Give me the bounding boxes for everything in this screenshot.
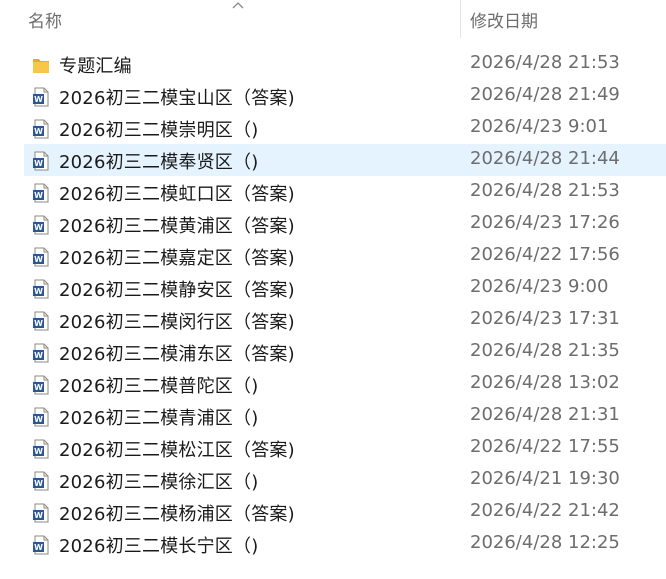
- word-document-icon: W: [32, 343, 50, 363]
- word-document-icon: W: [32, 407, 50, 427]
- file-name[interactable]: 2026初三二模嘉定区（答案): [59, 244, 295, 270]
- file-name[interactable]: 专题汇编: [59, 52, 132, 78]
- file-list: 专题汇编 2026/4/28 21:53 W 2026初三二模宝山区（答案) 2026/…: [0, 48, 666, 560]
- file-row[interactable]: W 2026初三二模长宁区（) 2026/4/28 12:25: [0, 528, 666, 560]
- word-document-icon: W: [32, 87, 50, 107]
- word-document-icon: W: [32, 183, 50, 203]
- file-name[interactable]: 2026初三二模松江区（答案): [59, 436, 295, 462]
- file-name[interactable]: 2026初三二模青浦区（): [59, 404, 258, 430]
- file-row[interactable]: W 2026初三二模静安区（答案) 2026/4/23 9:00: [0, 272, 666, 304]
- file-row[interactable]: W 2026初三二模宝山区（答案) 2026/4/28 21:49: [0, 80, 666, 112]
- file-name[interactable]: 2026初三二模长宁区（): [59, 532, 258, 558]
- date-modified: 2026/4/28 21:44: [470, 148, 620, 169]
- word-document-icon: W: [32, 503, 50, 523]
- file-row[interactable]: W 2026初三二模崇明区（) 2026/4/23 9:01: [0, 112, 666, 144]
- file-row[interactable]: W 2026初三二模杨浦区（答案) 2026/4/22 21:42: [0, 496, 666, 528]
- column-header-bar: 名称 修改日期: [0, 0, 666, 40]
- svg-text:W: W: [34, 415, 43, 424]
- file-name[interactable]: 2026初三二模静安区（答案): [59, 276, 295, 302]
- word-document-icon: W: [32, 311, 50, 331]
- file-row[interactable]: W 2026初三二模青浦区（) 2026/4/28 21:31: [0, 400, 666, 432]
- file-row[interactable]: W 2026初三二模虹口区（答案) 2026/4/28 21:53: [0, 176, 666, 208]
- word-document-icon: W: [32, 439, 50, 459]
- date-modified: 2026/4/28 21:31: [470, 404, 620, 425]
- word-document-icon: W: [32, 471, 50, 491]
- word-document-icon: W: [32, 535, 50, 555]
- date-modified: 2026/4/23 9:00: [470, 276, 609, 297]
- date-modified: 2026/4/28 21:49: [470, 84, 620, 105]
- date-modified: 2026/4/28 21:53: [470, 180, 620, 201]
- word-document-icon: W: [32, 151, 50, 171]
- file-row[interactable]: W 2026初三二模黄浦区（答案) 2026/4/23 17:26: [0, 208, 666, 240]
- file-row[interactable]: W 2026初三二模浦东区（答案) 2026/4/28 21:35: [0, 336, 666, 368]
- date-modified: 2026/4/22 21:42: [470, 500, 620, 521]
- folder-row[interactable]: 专题汇编 2026/4/28 21:53: [0, 48, 666, 80]
- word-document-icon: W: [32, 375, 50, 395]
- column-header-name[interactable]: 名称: [28, 7, 62, 32]
- file-name[interactable]: 2026初三二模崇明区（): [59, 116, 258, 142]
- word-document-icon: W: [32, 279, 50, 299]
- word-document-icon: W: [32, 215, 50, 235]
- file-row[interactable]: W 2026初三二模普陀区（) 2026/4/28 13:02: [0, 368, 666, 400]
- svg-text:W: W: [34, 351, 43, 360]
- file-name[interactable]: 2026初三二模宝山区（答案): [59, 84, 295, 110]
- file-name[interactable]: 2026初三二模黄浦区（答案): [59, 212, 295, 238]
- date-modified: 2026/4/28 21:35: [470, 340, 620, 361]
- date-modified: 2026/4/21 19:30: [470, 468, 620, 489]
- sort-ascending-icon[interactable]: [231, 0, 245, 10]
- file-name[interactable]: 2026初三二模闵行区（答案): [59, 308, 295, 334]
- svg-text:W: W: [34, 255, 43, 264]
- date-modified: 2026/4/22 17:56: [470, 244, 620, 265]
- svg-text:W: W: [34, 159, 43, 168]
- date-modified: 2026/4/28 21:53: [470, 52, 620, 73]
- file-row[interactable]: W 2026初三二模奉贤区（) 2026/4/28 21:44: [0, 144, 666, 176]
- date-modified: 2026/4/23 17:26: [470, 212, 620, 233]
- svg-text:W: W: [34, 479, 43, 488]
- svg-text:W: W: [34, 543, 43, 552]
- file-name[interactable]: 2026初三二模虹口区（答案): [59, 180, 295, 206]
- word-document-icon: W: [32, 119, 50, 139]
- column-header-date-modified[interactable]: 修改日期: [470, 7, 538, 32]
- file-name[interactable]: 2026初三二模浦东区（答案): [59, 340, 295, 366]
- file-name[interactable]: 2026初三二模奉贤区（): [59, 148, 258, 174]
- file-row[interactable]: W 2026初三二模松江区（答案) 2026/4/22 17:55: [0, 432, 666, 464]
- svg-text:W: W: [34, 511, 43, 520]
- svg-text:W: W: [34, 95, 43, 104]
- svg-text:W: W: [34, 447, 43, 456]
- svg-text:W: W: [34, 191, 43, 200]
- folder-icon: [32, 55, 50, 75]
- file-explorer: 名称 修改日期 专题汇编 2026/4/28 21:53 W 2026初三二模宝山区（…: [0, 0, 666, 579]
- svg-text:W: W: [34, 287, 43, 296]
- svg-text:W: W: [34, 223, 43, 232]
- date-modified: 2026/4/28 13:02: [470, 372, 620, 393]
- svg-text:W: W: [34, 127, 43, 136]
- date-modified: 2026/4/23 17:31: [470, 308, 620, 329]
- file-name[interactable]: 2026初三二模徐汇区（): [59, 468, 258, 494]
- word-document-icon: W: [32, 247, 50, 267]
- file-name[interactable]: 2026初三二模杨浦区（答案): [59, 500, 295, 526]
- file-row[interactable]: W 2026初三二模闵行区（答案) 2026/4/23 17:31: [0, 304, 666, 336]
- file-name[interactable]: 2026初三二模普陀区（): [59, 372, 258, 398]
- svg-text:W: W: [34, 319, 43, 328]
- file-row[interactable]: W 2026初三二模嘉定区（答案) 2026/4/22 17:56: [0, 240, 666, 272]
- column-divider[interactable]: [460, 0, 461, 38]
- svg-text:W: W: [34, 383, 43, 392]
- date-modified: 2026/4/23 9:01: [470, 116, 609, 137]
- file-row[interactable]: W 2026初三二模徐汇区（) 2026/4/21 19:30: [0, 464, 666, 496]
- date-modified: 2026/4/22 17:55: [470, 436, 620, 457]
- date-modified: 2026/4/28 12:25: [470, 532, 620, 553]
